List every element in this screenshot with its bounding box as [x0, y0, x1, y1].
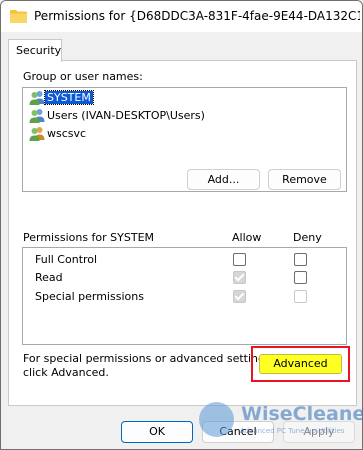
deny-header: Deny [293, 231, 322, 244]
permissions-list: Full Control Read Special permissions [22, 247, 347, 345]
list-item-users[interactable]: Users (IVAN-DESKTOP\Users) [23, 107, 346, 124]
user-group-icon [29, 91, 45, 105]
advanced-button[interactable]: Advanced [259, 354, 342, 374]
deny-checkbox-full-control[interactable] [294, 253, 307, 266]
tab-security-label: Security [16, 44, 62, 57]
permission-name: Read [35, 271, 63, 284]
wisecleaner-watermark: WiseCleaner Advanced PC Tune-up Utilitie… [197, 398, 362, 446]
tab-security[interactable]: Security [8, 39, 62, 62]
allow-header: Allow [232, 231, 262, 244]
deny-checkbox-special[interactable] [294, 290, 307, 303]
permissions-dialog: Permissions for {D68DDC3A-831F-4fae-9E44… [0, 0, 363, 450]
allow-checkbox-full-control[interactable] [233, 253, 246, 266]
wisecleaner-logo-icon [199, 402, 234, 437]
permission-name: Special permissions [35, 290, 144, 303]
user-group-icon [29, 109, 45, 123]
watermark-tagline: Advanced PC Tune-up Utilities [240, 427, 345, 435]
permissions-header: Permissions for SYSTEM [23, 231, 155, 244]
list-item-label: Users (IVAN-DESKTOP\Users) [47, 109, 205, 122]
user-group-icon [29, 127, 45, 141]
list-item-label: SYSTEM [44, 90, 94, 105]
allow-checkbox-read[interactable] [233, 271, 246, 284]
security-panel: Group or user names: SYSTEM Users (IVAN-… [8, 60, 357, 406]
allow-checkbox-special[interactable] [233, 290, 246, 303]
list-item-label: wscsvc [47, 127, 87, 140]
title-bar: Permissions for {D68DDC3A-831F-4fae-9E44… [1, 1, 362, 32]
remove-button[interactable]: Remove [268, 169, 341, 190]
ok-button[interactable]: OK [121, 421, 193, 443]
deny-checkbox-read[interactable] [294, 271, 307, 284]
permission-name: Full Control [35, 253, 98, 266]
list-item-wscsvc[interactable]: wscsvc [23, 125, 346, 142]
advanced-highlight-box: Advanced [251, 346, 350, 382]
advanced-hint-line1: For special permissions or advanced sett… [23, 352, 275, 365]
add-button[interactable]: Add... [187, 169, 260, 190]
group-names-label: Group or user names: [23, 70, 143, 83]
window-title: Permissions for {D68DDC3A-831F-4fae-9E44… [34, 9, 360, 23]
watermark-name: WiseCleaner [241, 403, 363, 425]
list-item-system[interactable]: SYSTEM [23, 89, 346, 106]
advanced-hint-line2: click Advanced. [23, 366, 109, 379]
folder-icon [10, 10, 27, 23]
